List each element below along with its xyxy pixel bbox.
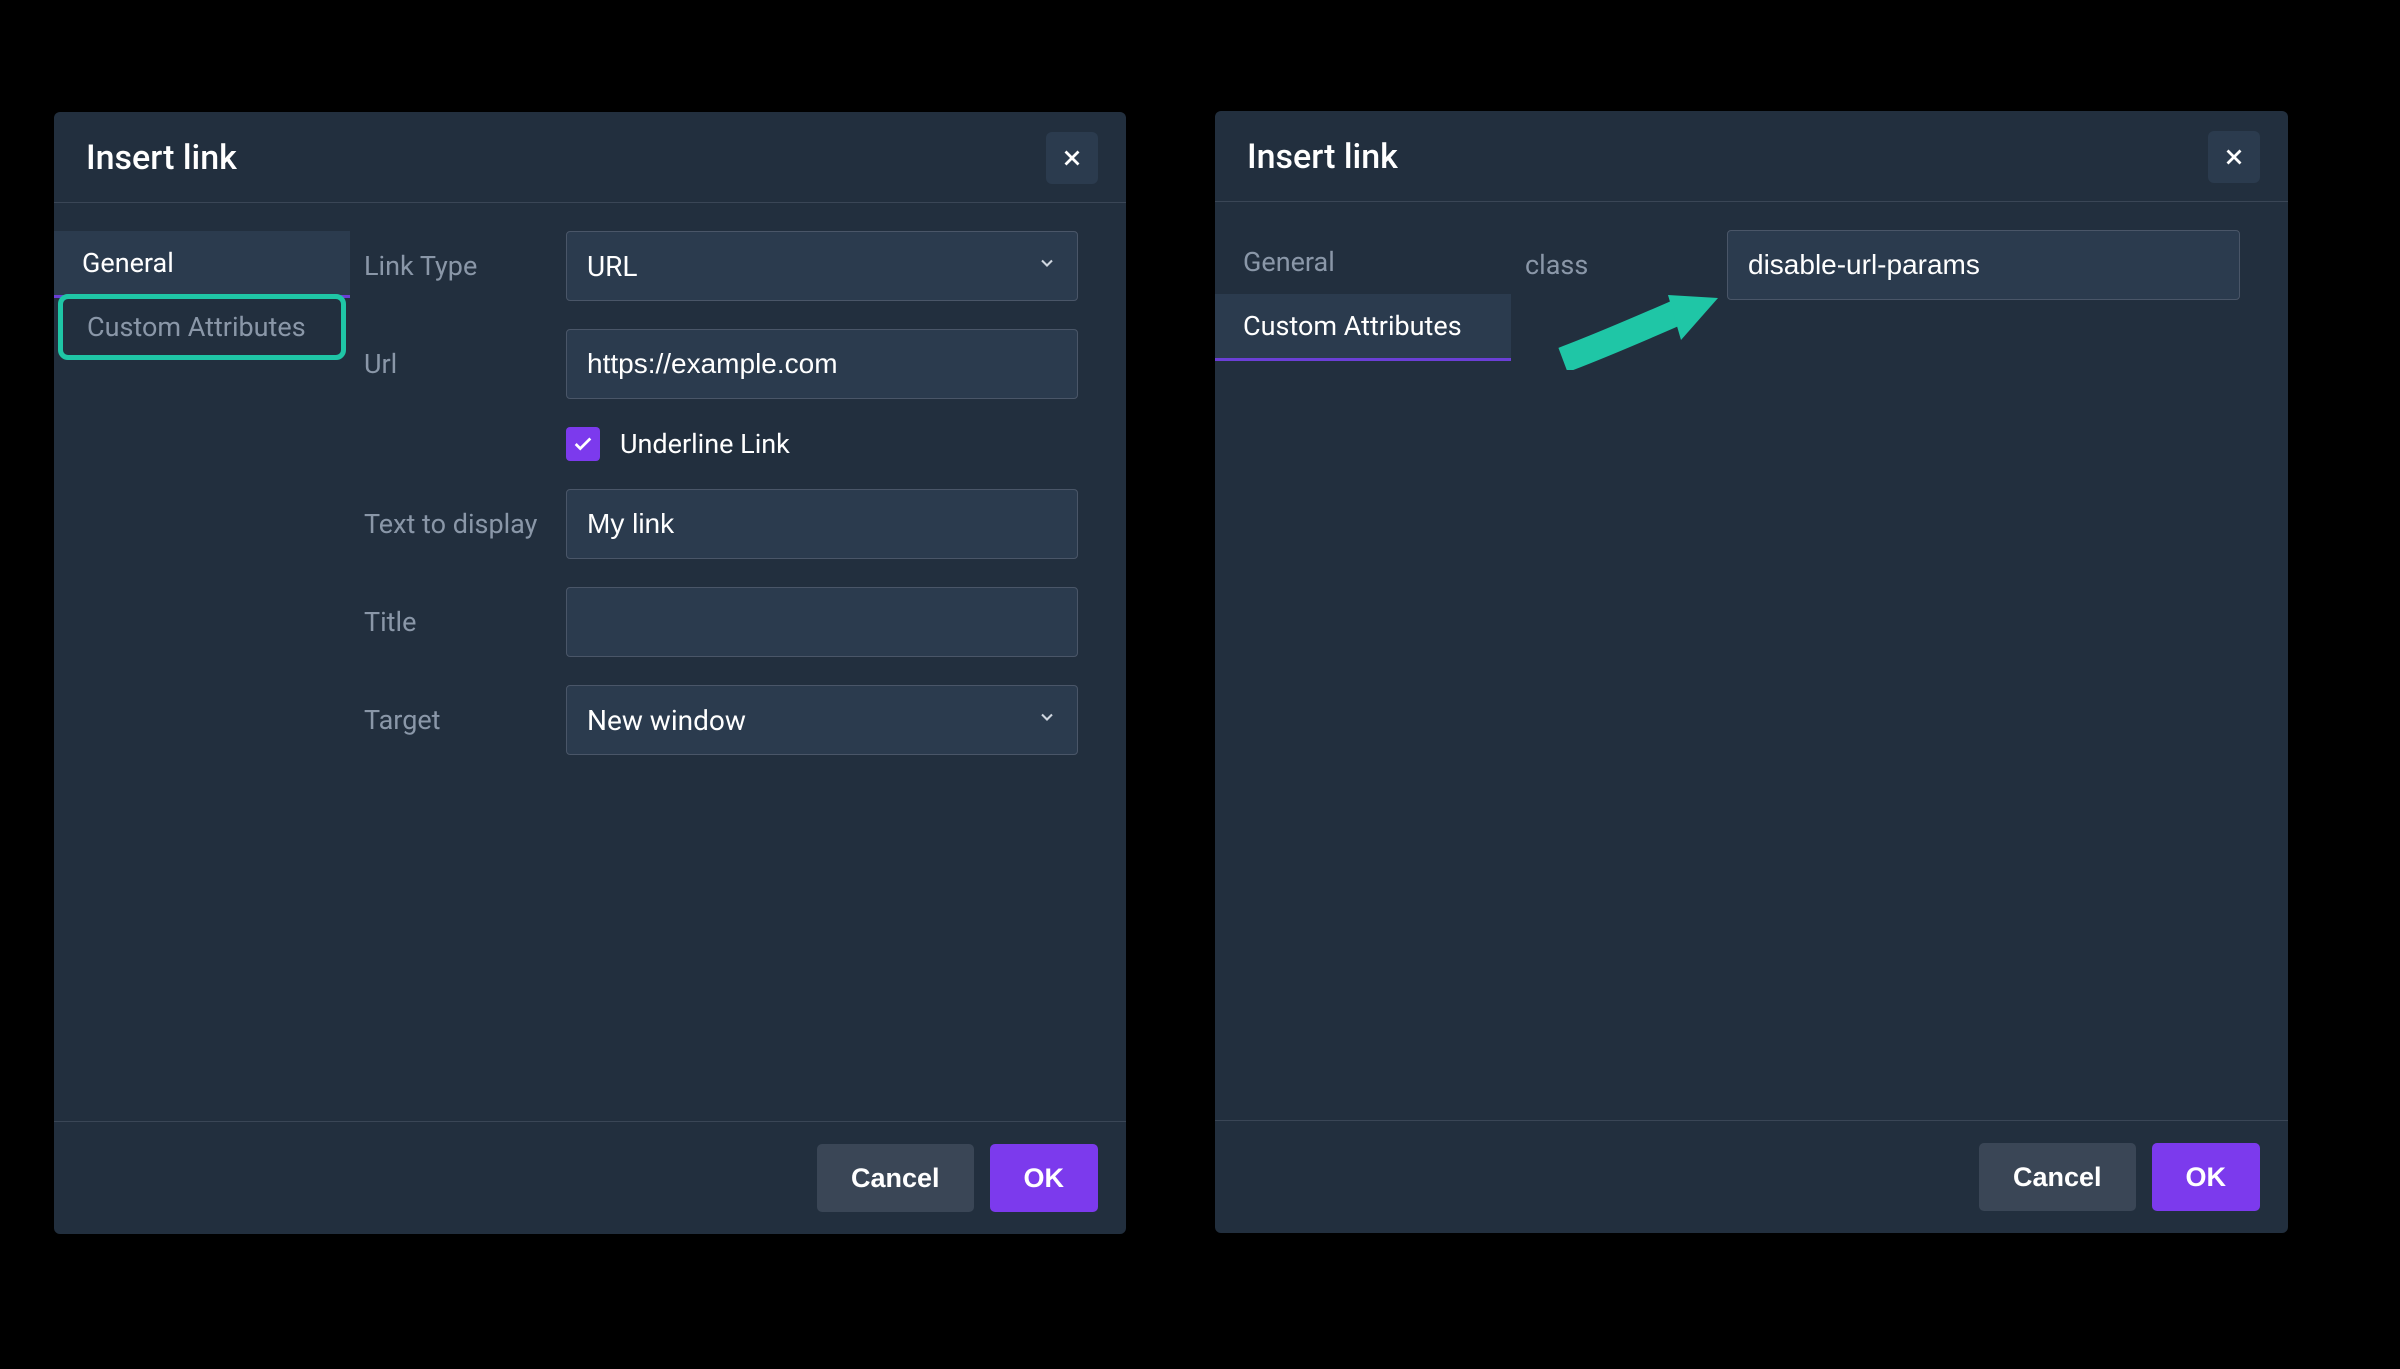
dialog-title: Insert link <box>1247 137 1398 177</box>
ok-button[interactable]: OK <box>2152 1143 2261 1211</box>
text-display-input[interactable] <box>566 489 1078 559</box>
class-input[interactable] <box>1727 230 2240 300</box>
link-type-row: Link Type URL <box>364 231 1078 301</box>
annotation-highlight: Custom Attributes <box>58 294 346 360</box>
close-icon <box>2221 144 2247 170</box>
close-button[interactable] <box>2208 131 2260 183</box>
close-button[interactable] <box>1046 132 1098 184</box>
insert-link-dialog-custom: Insert link General Custom Attributes cl… <box>1215 111 2288 1233</box>
link-type-label: Link Type <box>364 250 566 282</box>
dialog-title: Insert link <box>86 138 237 178</box>
underline-checkbox[interactable] <box>566 427 600 461</box>
cancel-button[interactable]: Cancel <box>1979 1143 2136 1211</box>
target-value: New window <box>587 704 746 737</box>
underline-row: Underline Link <box>364 427 1078 461</box>
title-row: Title <box>364 587 1078 657</box>
insert-link-dialog-general: Insert link General Custom Attributes Li… <box>54 112 1126 1234</box>
text-display-label: Text to display <box>364 508 566 540</box>
close-icon <box>1059 145 1085 171</box>
tab-general[interactable]: General <box>1215 230 1511 294</box>
ok-button[interactable]: OK <box>990 1144 1099 1212</box>
underline-label: Underline Link <box>620 428 790 460</box>
title-input[interactable] <box>566 587 1078 657</box>
cancel-button[interactable]: Cancel <box>817 1144 974 1212</box>
url-label: Url <box>364 348 566 380</box>
url-input[interactable] <box>566 329 1078 399</box>
target-select[interactable]: New window <box>566 685 1078 755</box>
text-display-row: Text to display <box>364 489 1078 559</box>
target-label: Target <box>364 704 566 736</box>
dialog-footer: Cancel OK <box>54 1121 1126 1234</box>
title-label: Title <box>364 606 566 638</box>
link-type-value: URL <box>587 250 638 283</box>
chevron-down-icon <box>1037 253 1057 279</box>
tab-list: General Custom Attributes <box>54 231 350 1121</box>
check-icon <box>572 433 594 455</box>
form-panel: Link Type URL Url Underline Link <box>350 231 1126 1121</box>
form-panel: class <box>1511 230 2288 1120</box>
dialog-body: General Custom Attributes Link Type URL … <box>54 203 1126 1121</box>
tab-list: General Custom Attributes <box>1215 230 1511 1120</box>
url-row: Url <box>364 329 1078 399</box>
tab-custom-attributes[interactable]: Custom Attributes <box>1215 294 1511 361</box>
tab-custom-attributes[interactable]: Custom Attributes <box>63 299 341 355</box>
tab-general[interactable]: General <box>54 231 350 298</box>
link-type-select[interactable]: URL <box>566 231 1078 301</box>
class-label: class <box>1525 249 1727 281</box>
dialog-header: Insert link <box>1215 111 2288 202</box>
chevron-down-icon <box>1037 707 1057 733</box>
dialog-header: Insert link <box>54 112 1126 203</box>
dialog-footer: Cancel OK <box>1215 1120 2288 1233</box>
class-row: class <box>1525 230 2240 300</box>
dialog-body: General Custom Attributes class <box>1215 202 2288 1120</box>
target-row: Target New window <box>364 685 1078 755</box>
